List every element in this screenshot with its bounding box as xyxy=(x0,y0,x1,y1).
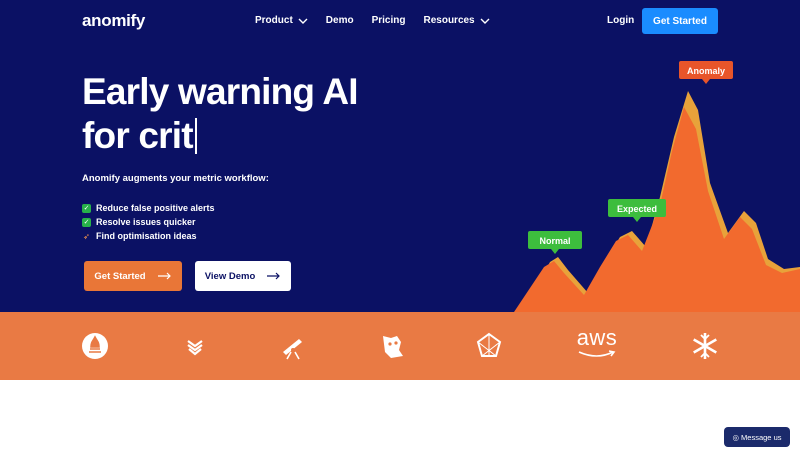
headline-typed-text: for crit xyxy=(82,115,194,156)
message-us-label: Message us xyxy=(741,432,782,442)
aws-smile xyxy=(578,350,616,357)
hero-section: anomify Product Demo Pricing Resources L… xyxy=(0,0,800,312)
chat-icon: ◎ xyxy=(732,432,740,442)
nav-demo[interactable]: Demo xyxy=(326,15,354,26)
victoriametrics-icon xyxy=(187,340,203,356)
check-icon: ✓ xyxy=(82,217,91,227)
benefit-text: Reduce false positive alerts xyxy=(96,203,215,213)
nav-product[interactable]: Product xyxy=(255,15,308,26)
datadog-icon xyxy=(383,336,403,358)
normal-label-pointer xyxy=(551,249,559,254)
nav-resources-label: Resources xyxy=(423,15,475,26)
integrations-strip: aws xyxy=(0,312,800,380)
nav-pricing[interactable]: Pricing xyxy=(372,15,406,26)
benefit-list: ✓ Reduce false positive alerts ✓ Resolve… xyxy=(82,201,215,243)
anomify-logo[interactable]: anomify xyxy=(82,11,145,31)
hero-headline: Early warning AI for crit xyxy=(82,70,359,158)
normal-label: Normal xyxy=(539,236,570,246)
benefit-text: Find optimisation ideas xyxy=(96,231,197,241)
anomaly-label-pointer xyxy=(702,79,710,84)
nav-resources[interactable]: Resources xyxy=(423,15,490,26)
expected-label: Expected xyxy=(617,204,657,214)
prometheus-icon xyxy=(82,333,108,359)
chevron-down-icon xyxy=(480,18,490,24)
headline-line-2: for crit xyxy=(82,114,358,158)
nav-pricing-label: Pricing xyxy=(371,15,406,26)
expected-label-pointer xyxy=(633,217,641,222)
check-icon: ✓ xyxy=(82,203,91,213)
list-item: ✓ Resolve issues quicker xyxy=(82,215,215,229)
get-started-button[interactable]: Get Started xyxy=(84,261,182,291)
get-started-nav-button[interactable]: Get Started xyxy=(642,8,718,34)
message-us-button[interactable]: ◎ Message us xyxy=(724,427,790,447)
nav-product-label: Product xyxy=(255,15,293,26)
hero-subtitle: Anomify augments your metric workflow: xyxy=(82,173,269,184)
chevron-down-icon xyxy=(298,18,308,24)
telescope-icon xyxy=(283,339,302,360)
anomaly-label: Anomaly xyxy=(687,66,725,76)
anomaly-illustration: Normal Expected Anomaly xyxy=(514,61,800,312)
login-link[interactable]: Login xyxy=(607,15,634,26)
text-cursor xyxy=(194,118,197,154)
aws-text: aws xyxy=(576,325,618,350)
view-demo-label: View Demo xyxy=(204,270,256,282)
list-item: ✓ Reduce false positive alerts xyxy=(82,201,215,215)
arrow-right-icon xyxy=(157,272,171,280)
aws-icon: aws xyxy=(575,326,619,358)
get-started-label: Get Started xyxy=(94,270,146,282)
nav-demo-label: Demo xyxy=(325,15,354,26)
snowflake-icon xyxy=(693,333,717,359)
benefit-text: Resolve issues quicker xyxy=(96,217,196,227)
rocket-icon: ➶ xyxy=(83,231,90,241)
main-nav: Product Demo Pricing Resources xyxy=(255,15,490,26)
view-demo-button[interactable]: View Demo xyxy=(195,261,291,291)
headline-line-1: Early warning AI xyxy=(82,71,359,112)
grafana-icon xyxy=(476,332,502,357)
list-item: ➶ Find optimisation ideas xyxy=(82,229,215,243)
arrow-right-icon xyxy=(267,272,281,280)
